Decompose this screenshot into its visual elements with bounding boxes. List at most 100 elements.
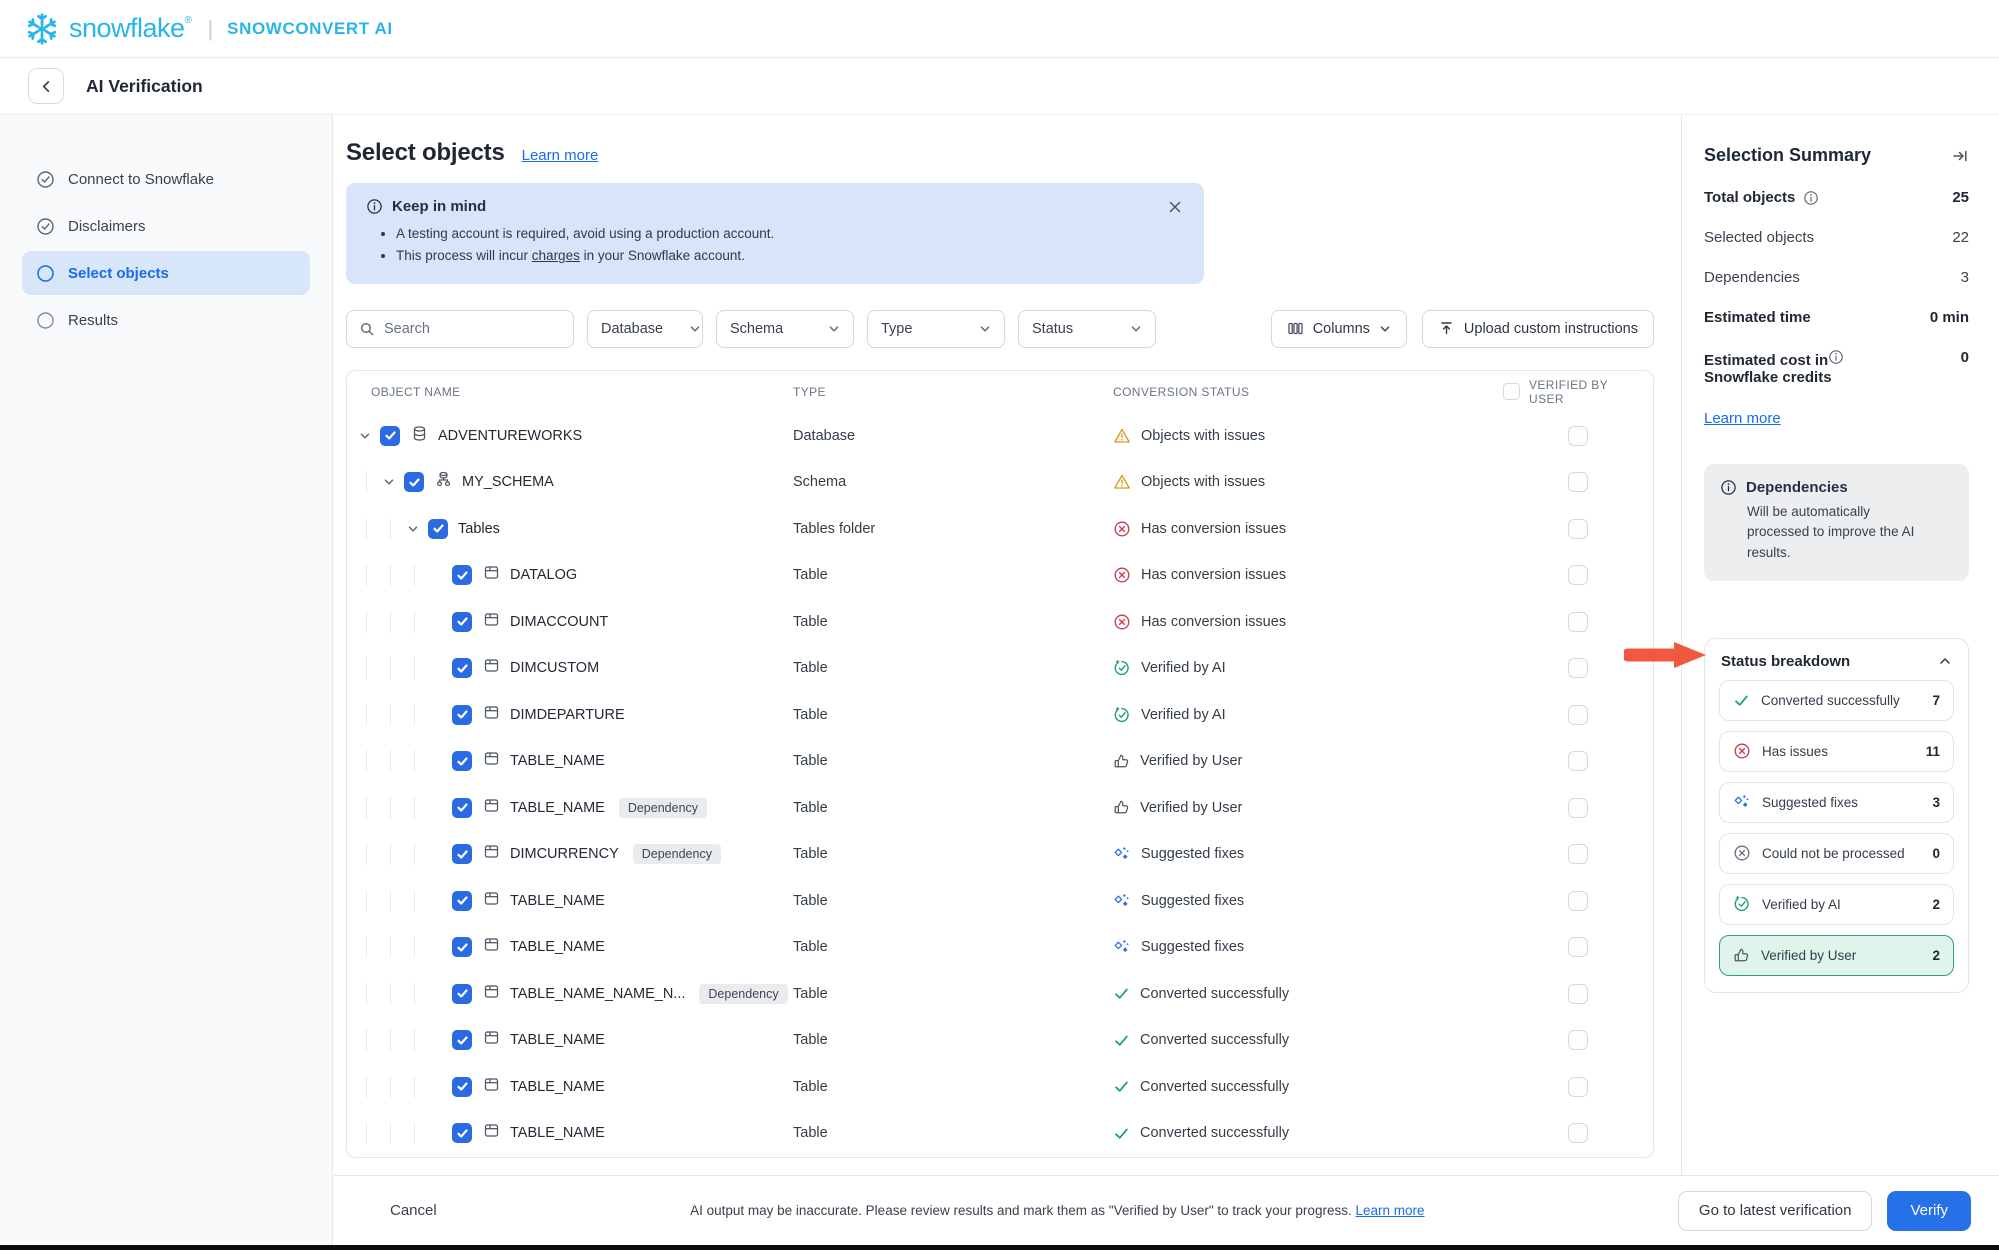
verified-by-user-checkbox[interactable]	[1568, 1030, 1588, 1050]
verified-by-user-checkbox[interactable]	[1568, 937, 1588, 957]
close-icon[interactable]	[1168, 200, 1182, 214]
tree-guide-line	[390, 936, 391, 958]
tree-guide-line	[414, 797, 415, 819]
conversion-status-label: Converted successfully	[1140, 1125, 1289, 1141]
object-type: Table	[793, 567, 1113, 583]
search-input[interactable]	[384, 321, 561, 337]
row-checkbox[interactable]	[452, 891, 472, 911]
sidebar-step-label: Disclaimers	[68, 218, 146, 235]
row-checkbox[interactable]	[452, 705, 472, 725]
status-chip-converted-successfully[interactable]: Converted successfully7	[1719, 680, 1954, 721]
filter-dropdown-database[interactable]: Database	[587, 310, 703, 348]
sidebar-step-results[interactable]: Results	[22, 298, 310, 342]
verified-by-user-checkbox[interactable]	[1568, 565, 1588, 585]
table-row: TABLE_NAMEDependencyTableVerified by Use…	[347, 785, 1653, 832]
row-checkbox[interactable]	[452, 612, 472, 632]
status-chip-suggested-fixes[interactable]: Suggested fixes3	[1719, 782, 1954, 823]
sidebar-step-select-objects[interactable]: Select objects	[22, 251, 310, 295]
columns-button[interactable]: Columns	[1271, 310, 1407, 348]
verified-by-user-checkbox[interactable]	[1568, 891, 1588, 911]
sidebar-step-disclaimers[interactable]: Disclaimers	[22, 204, 310, 248]
filter-dropdown-schema[interactable]: Schema	[716, 310, 854, 348]
tree-guide-line	[366, 1029, 367, 1051]
row-checkbox[interactable]	[428, 519, 448, 539]
table-row: TABLE_NAMETableVerified by User	[347, 738, 1653, 785]
info-icon	[1720, 479, 1737, 496]
summary-stat: Dependencies3	[1704, 269, 1969, 286]
columns-button-label: Columns	[1313, 321, 1370, 337]
chevron-up-icon[interactable]	[1938, 654, 1952, 668]
circle-x-red-icon	[1113, 566, 1131, 584]
verified-by-user-checkbox[interactable]	[1568, 426, 1588, 446]
verified-by-user-checkbox[interactable]	[1568, 658, 1588, 678]
verified-by-user-checkbox[interactable]	[1568, 751, 1588, 771]
summary-learn-more-link[interactable]: Learn more	[1704, 410, 1781, 427]
verified-by-user-checkbox[interactable]	[1568, 844, 1588, 864]
tree-guide-line	[390, 890, 391, 912]
schema-icon	[435, 471, 452, 488]
verified-by-user-checkbox[interactable]	[1568, 1123, 1588, 1143]
learn-more-link[interactable]: Learn more	[522, 147, 599, 164]
table-icon	[483, 983, 500, 1000]
cancel-button[interactable]: Cancel	[390, 1202, 437, 1219]
object-name: DATALOG	[510, 567, 577, 583]
row-checkbox[interactable]	[452, 984, 472, 1004]
check-circle-icon	[36, 217, 55, 236]
sidebar-step-connect-to-snowflake[interactable]: Connect to Snowflake	[22, 157, 310, 201]
object-type: Table	[793, 846, 1113, 862]
table-icon	[483, 936, 500, 953]
object-type: Table	[793, 660, 1113, 676]
filter-dropdown-status[interactable]: Status	[1018, 310, 1156, 348]
row-checkbox[interactable]	[452, 844, 472, 864]
conversion-status-label: Verified by AI	[1141, 660, 1226, 676]
status-chip-could-not-be-processed[interactable]: Could not be processed0	[1719, 833, 1954, 874]
tree-guide-line	[366, 1076, 367, 1098]
row-checkbox[interactable]	[404, 472, 424, 492]
status-chip-verified-by-user[interactable]: Verified by User2	[1719, 935, 1954, 976]
charges-link[interactable]: charges	[532, 248, 580, 263]
tree-guide-line	[366, 750, 367, 772]
row-checkbox[interactable]	[452, 751, 472, 771]
tree-guide-line	[366, 657, 367, 679]
status-chip-has-issues[interactable]: Has issues11	[1719, 731, 1954, 772]
object-type: Table	[793, 800, 1113, 816]
chevron-down-small-icon	[979, 323, 991, 335]
row-checkbox[interactable]	[452, 1077, 472, 1097]
verified-by-user-checkbox[interactable]	[1568, 798, 1588, 818]
back-button[interactable]	[28, 68, 64, 104]
tree-guide-line	[390, 843, 391, 865]
circle-x-red-icon	[1733, 742, 1751, 760]
row-checkbox[interactable]	[452, 1123, 472, 1143]
verified-by-user-checkbox[interactable]	[1568, 472, 1588, 492]
status-chip-verified-by-ai[interactable]: Verified by AI2	[1719, 884, 1954, 925]
filter-dropdown-type[interactable]: Type	[867, 310, 1005, 348]
search-box[interactable]	[346, 310, 574, 348]
row-checkbox[interactable]	[452, 798, 472, 818]
footer-learn-more-link[interactable]: Learn more	[1355, 1203, 1424, 1218]
verified-by-user-checkbox[interactable]	[1568, 519, 1588, 539]
table-row: DIMCUSTOMTableVerified by AI	[347, 645, 1653, 692]
tree-guide-line	[414, 750, 415, 772]
conversion-status-label: Has conversion issues	[1141, 567, 1286, 583]
verified-by-user-checkbox[interactable]	[1568, 1077, 1588, 1097]
column-header-verified-by-user: VERIFIED BY USER	[1503, 378, 1653, 406]
collapse-panel-icon[interactable]	[1951, 147, 1969, 165]
row-checkbox[interactable]	[452, 658, 472, 678]
tree-guide-line	[414, 704, 415, 726]
verified-by-user-checkbox[interactable]	[1568, 984, 1588, 1004]
verified-by-user-checkbox[interactable]	[1568, 612, 1588, 632]
verify-button[interactable]: Verify	[1887, 1191, 1971, 1231]
row-checkbox[interactable]	[380, 426, 400, 446]
sparkle-icon	[1113, 892, 1131, 910]
row-expand-chevron[interactable]	[407, 523, 428, 535]
go-to-latest-verification-button[interactable]: Go to latest verification	[1678, 1191, 1873, 1231]
row-checkbox[interactable]	[452, 1030, 472, 1050]
select-all-verified-checkbox[interactable]	[1503, 383, 1520, 400]
row-checkbox[interactable]	[452, 565, 472, 585]
row-expand-chevron[interactable]	[383, 476, 404, 488]
tree-guide-line	[414, 611, 415, 633]
row-expand-chevron[interactable]	[359, 430, 380, 442]
verified-by-user-checkbox[interactable]	[1568, 705, 1588, 725]
row-checkbox[interactable]	[452, 937, 472, 957]
upload-custom-instructions-button[interactable]: Upload custom instructions	[1422, 310, 1654, 348]
